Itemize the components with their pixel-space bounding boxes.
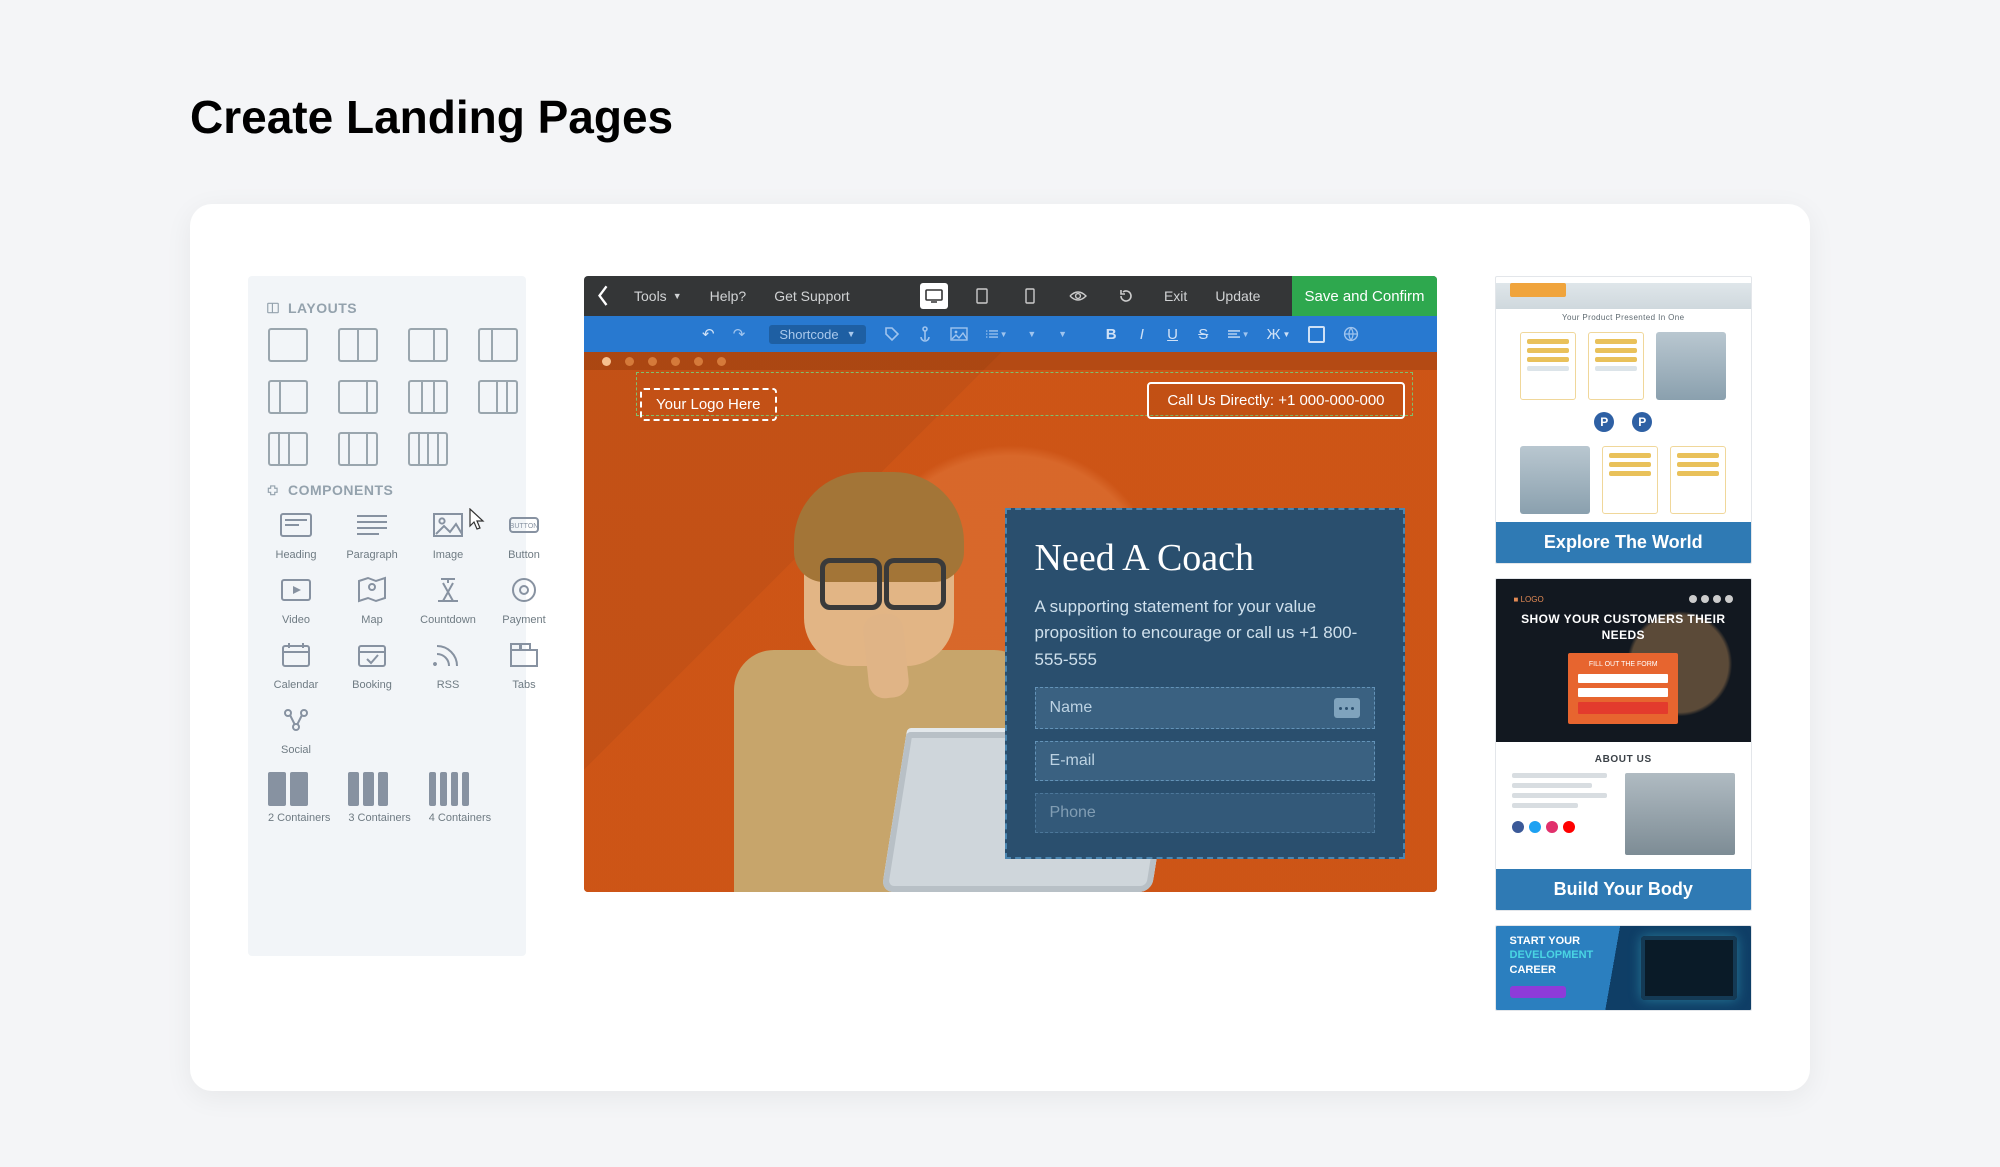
shortcode-dropdown[interactable]: Shortcode▼ bbox=[769, 325, 865, 344]
update-button[interactable]: Update bbox=[1211, 288, 1264, 304]
template1-footer: Explore The World bbox=[1496, 522, 1751, 563]
layout-option-6[interactable] bbox=[408, 380, 448, 414]
svg-text:BUTTON: BUTTON bbox=[510, 523, 539, 530]
logo-placeholder[interactable]: Your Logo Here bbox=[640, 388, 777, 421]
device-tablet-icon[interactable] bbox=[968, 283, 996, 309]
help-menu[interactable]: Help? bbox=[706, 288, 751, 304]
tag-icon[interactable] bbox=[884, 323, 900, 345]
layouts-section-header: LAYOUTS bbox=[266, 300, 512, 316]
layout-option-4[interactable] bbox=[268, 380, 308, 414]
component-booking[interactable]: Booking bbox=[344, 640, 400, 691]
component-button[interactable]: BUTTONButton bbox=[496, 510, 552, 561]
component-rss[interactable]: RSS bbox=[420, 640, 476, 691]
component-heading[interactable]: Heading bbox=[268, 510, 324, 561]
redo-icon[interactable]: ↷ bbox=[733, 323, 746, 345]
template3-text: START YOUR DEVELOPMENT CAREER bbox=[1510, 934, 1594, 1003]
component-countdown[interactable]: Countdown bbox=[420, 575, 476, 626]
hero-subtext: A supporting statement for your value pr… bbox=[1035, 594, 1375, 673]
name-field[interactable]: Name bbox=[1035, 687, 1375, 729]
email-field[interactable]: E-mail bbox=[1035, 741, 1375, 781]
list-icon[interactable]: ▼ bbox=[986, 323, 1008, 345]
italic-icon[interactable]: I bbox=[1136, 323, 1149, 345]
device-desktop-icon[interactable] bbox=[920, 283, 948, 309]
get-support-link[interactable]: Get Support bbox=[770, 288, 854, 304]
template-dev-career[interactable]: START YOUR DEVELOPMENT CAREER bbox=[1495, 925, 1752, 1011]
page-editor: Tools▼ Help? Get Support Exit Update Sav… bbox=[584, 276, 1437, 892]
anchor-icon[interactable] bbox=[918, 323, 932, 345]
template2-heading: SHOW YOUR CUSTOMERS THEIR NEEDS bbox=[1508, 612, 1739, 643]
component-image[interactable]: Image bbox=[420, 510, 476, 561]
editor-canvas[interactable]: Your Logo Here Call Us Directly: +1 000-… bbox=[584, 352, 1437, 892]
template2-footer: Build Your Body bbox=[1496, 869, 1751, 910]
page-title: Create Landing Pages bbox=[190, 90, 1810, 144]
templates-column: Your Product Presented In One PP Explore… bbox=[1495, 276, 1752, 1011]
container-2[interactable]: 2 Containers bbox=[268, 772, 330, 824]
underline-icon[interactable]: U bbox=[1166, 323, 1179, 345]
template1-tagline: Your Product Presented In One bbox=[1496, 309, 1751, 324]
font-family-dropdown[interactable]: ▼ bbox=[1056, 323, 1069, 345]
box-icon[interactable] bbox=[1308, 323, 1325, 345]
line-height-icon[interactable]: Ж▼ bbox=[1268, 323, 1290, 345]
undo-icon[interactable]: ↶ bbox=[702, 323, 715, 345]
template-explore-world[interactable]: Your Product Presented In One PP Explore… bbox=[1495, 276, 1752, 564]
layout-option-10[interactable] bbox=[408, 432, 448, 466]
component-social[interactable]: Social bbox=[268, 705, 324, 756]
puzzle-icon bbox=[266, 483, 280, 497]
field-handle-icon[interactable] bbox=[1334, 698, 1360, 718]
layout-option-7[interactable] bbox=[478, 380, 518, 414]
template-build-body[interactable]: ■ LOGO SHOW YOUR CUSTOMERS THEIR NEEDS F… bbox=[1495, 578, 1752, 911]
font-size-dropdown[interactable]: ▼ bbox=[1026, 323, 1039, 345]
component-tabs[interactable]: Tabs bbox=[496, 640, 552, 691]
components-section-header: COMPONENTS bbox=[266, 482, 512, 498]
editor-menubar: Tools▼ Help? Get Support Exit Update Sav… bbox=[584, 276, 1437, 316]
component-paragraph[interactable]: Paragraph bbox=[344, 510, 400, 561]
hero-title: Need A Coach bbox=[1035, 536, 1375, 580]
image-icon[interactable] bbox=[950, 323, 968, 345]
layout-option-1[interactable] bbox=[338, 328, 378, 362]
monitor-icon bbox=[1641, 936, 1737, 1000]
tools-menu[interactable]: Tools▼ bbox=[630, 288, 686, 304]
layout-option-8[interactable] bbox=[268, 432, 308, 466]
container-4[interactable]: 4 Containers bbox=[429, 772, 491, 824]
component-video[interactable]: Video bbox=[268, 575, 324, 626]
device-mobile-icon[interactable] bbox=[1016, 283, 1044, 309]
save-confirm-button[interactable]: Save and Confirm bbox=[1292, 276, 1436, 316]
strikethrough-icon[interactable]: S bbox=[1197, 323, 1210, 345]
layout-option-5[interactable] bbox=[338, 380, 378, 414]
content-card: LAYOUTS COMPONENTS Heading Paragraph Image… bbox=[190, 204, 1810, 1091]
exit-button[interactable]: Exit bbox=[1160, 288, 1191, 304]
chevron-left-icon[interactable] bbox=[596, 284, 610, 307]
phone-field[interactable]: Phone bbox=[1035, 793, 1375, 833]
hero-person-graphic bbox=[644, 482, 1064, 892]
elements-panel: LAYOUTS COMPONENTS Heading Paragraph Image… bbox=[248, 276, 526, 956]
preview-icon[interactable] bbox=[1064, 283, 1092, 309]
editor-toolbar: ↶ ↷ Shortcode▼ ▼ ▼ ▼ B I U S ▼ Ж▼ bbox=[584, 316, 1437, 352]
layout-option-2[interactable] bbox=[408, 328, 448, 362]
hero-form-card[interactable]: Need A Coach A supporting statement for … bbox=[1005, 508, 1405, 859]
containers-row: 2 Containers 3 Containers 4 Containers bbox=[268, 772, 512, 824]
component-map[interactable]: Map bbox=[344, 575, 400, 626]
align-icon[interactable]: ▼ bbox=[1228, 323, 1250, 345]
layout-icon bbox=[266, 301, 280, 315]
container-3[interactable]: 3 Containers bbox=[348, 772, 410, 824]
layout-option-9[interactable] bbox=[338, 432, 378, 466]
row-controls-strip[interactable] bbox=[584, 352, 1437, 370]
layouts-grid bbox=[268, 328, 512, 466]
history-icon[interactable] bbox=[1112, 283, 1140, 309]
layout-option-0[interactable] bbox=[268, 328, 308, 362]
template2-form: FILL OUT THE FORM bbox=[1568, 653, 1678, 724]
template2-about: ABOUT US bbox=[1512, 754, 1735, 765]
layout-option-3[interactable] bbox=[478, 328, 518, 362]
component-payment[interactable]: Payment bbox=[496, 575, 552, 626]
component-calendar[interactable]: Calendar bbox=[268, 640, 324, 691]
globe-icon[interactable] bbox=[1343, 323, 1359, 345]
components-grid: HeadingParagraphImageBUTTONButtonVideoMa… bbox=[268, 510, 512, 756]
call-us-button[interactable]: Call Us Directly: +1 000-000-000 bbox=[1147, 382, 1404, 419]
bold-icon[interactable]: B bbox=[1105, 323, 1118, 345]
